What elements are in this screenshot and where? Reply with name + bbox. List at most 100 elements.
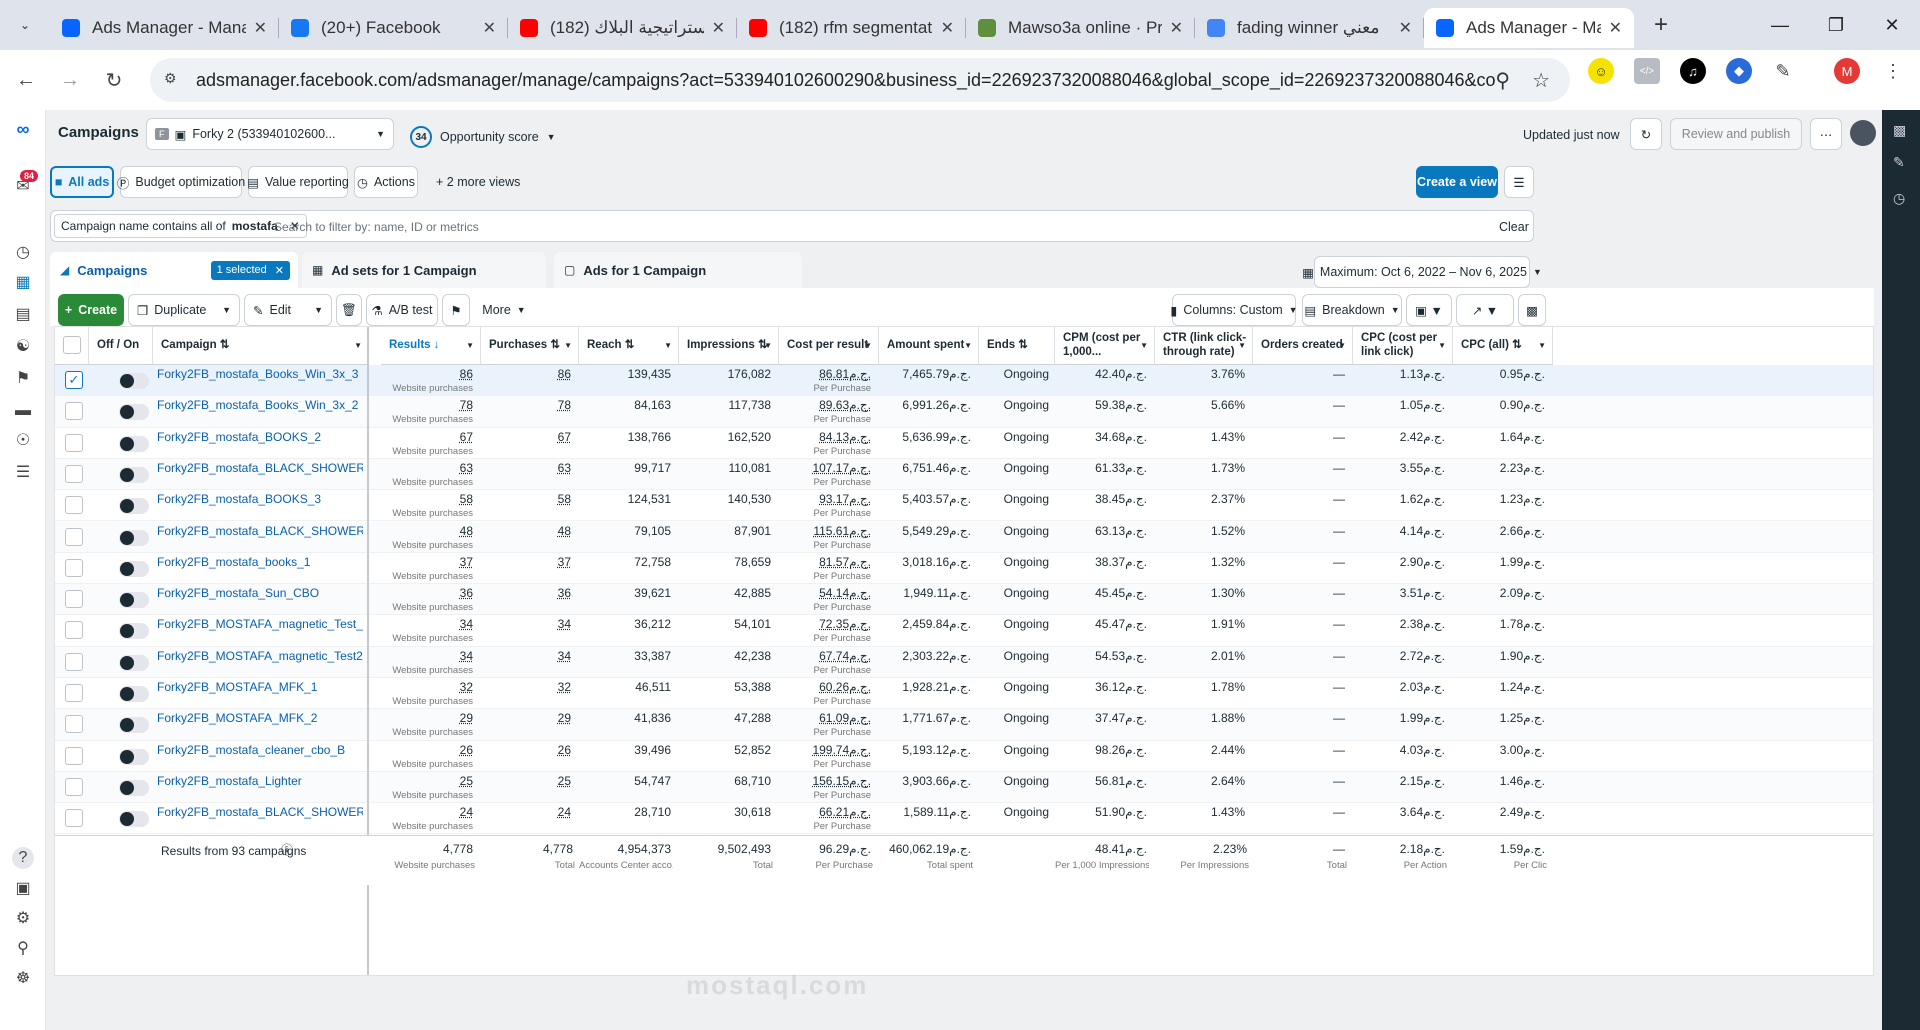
budget-optimization-button[interactable]: Ⓟ Budget optimization — [117, 166, 245, 198]
purchases-value[interactable]: 63 — [481, 461, 571, 476]
export-button[interactable]: ↗ ▼ — [1456, 294, 1514, 326]
opportunity-score[interactable]: 34 Opportunity score ▼ — [410, 126, 556, 148]
snapchat-extension-icon[interactable]: ☺ — [1588, 58, 1614, 84]
search-icon[interactable]: ⚲ — [12, 938, 34, 960]
row-checkbox[interactable] — [65, 809, 83, 828]
chevron-down-icon[interactable]: ▼ — [864, 339, 872, 353]
campaign-toggle[interactable] — [119, 654, 149, 671]
campaign-name-link[interactable]: Forky2FB_mostafa_Books_Win_3x_3 — [157, 367, 363, 381]
column-cost-per-result[interactable]: Cost per result ▼ — [779, 327, 879, 365]
table-row[interactable]: Forky2FB_mostafa_BOOKS_2 67 Website purcha… — [55, 428, 1873, 459]
chevron-down-icon[interactable]: ▼ — [354, 339, 362, 353]
campaign-name-link[interactable]: Forky2FB_mostafa_BLACK_SHOWER_3 — [157, 805, 363, 819]
chevron-down-icon[interactable]: ▼ — [1140, 339, 1148, 353]
table-row[interactable]: Forky2FB_mostafa_BLACK_SHOWER_3 24 Website… — [55, 803, 1873, 835]
ab-test-button[interactable]: ⚗ A/B test — [366, 294, 438, 326]
more-options-button[interactable]: ⋯ — [1810, 118, 1842, 150]
breakdown-button[interactable]: ▤ Breakdown ▼ — [1302, 294, 1402, 326]
results-value[interactable]: 32 — [381, 680, 473, 695]
campaign-name-link[interactable]: Forky2FB_mostafa_BOOKS_2 — [157, 430, 363, 444]
campaign-toggle[interactable] — [119, 779, 149, 796]
campaign-toggle[interactable] — [119, 435, 149, 452]
close-tab-icon[interactable]: ✕ — [712, 18, 725, 38]
bookmark-star-icon[interactable]: ☆ — [1532, 68, 1550, 93]
row-checkbox[interactable] — [65, 652, 83, 671]
cost-per-result-value[interactable]: 93.17ج.م. — [779, 492, 871, 507]
campaign-toggle[interactable] — [119, 404, 149, 421]
url-bar[interactable]: ⚙ adsmanager.facebook.com/adsmanager/man… — [150, 58, 1570, 102]
pencil-icon[interactable]: ✎ — [1893, 154, 1905, 171]
chevron-down-icon[interactable]: ▼ — [764, 339, 772, 353]
actions-button[interactable]: ◷ Actions — [354, 166, 418, 198]
campaign-toggle[interactable] — [119, 498, 149, 515]
row-checkbox[interactable] — [65, 527, 83, 546]
row-checkbox[interactable] — [65, 684, 83, 702]
puzzle-extensions-icon[interactable]: ✎ — [1770, 58, 1796, 84]
more-button[interactable]: More ▼ — [474, 294, 534, 326]
column-purchases[interactable]: Purchases ⇅ ▼ — [481, 327, 579, 365]
campaign-toggle[interactable] — [119, 373, 149, 389]
audiences-icon[interactable]: ☯ — [12, 336, 34, 358]
campaign-name-link[interactable]: Forky2FB_MOSTAFA_magnetic_Test_new_vi... — [157, 617, 363, 631]
browser-tab[interactable]: fading winner معني ✕ — [1195, 8, 1424, 48]
chevron-down-icon[interactable]: ▼ — [564, 339, 572, 353]
debug-icon[interactable]: ☸ — [12, 968, 34, 990]
bar-chart-icon[interactable]: ▩ — [1893, 122, 1906, 139]
campaign-toggle[interactable] — [119, 686, 149, 702]
purchases-value[interactable]: 48 — [481, 524, 571, 539]
row-checkbox[interactable] — [65, 715, 83, 734]
results-value[interactable]: 26 — [381, 743, 473, 758]
tiktok-extension-icon[interactable]: ♫ — [1680, 58, 1706, 84]
purchases-value[interactable]: 24 — [481, 805, 571, 820]
table-row[interactable]: Forky2FB_MOSTAFA_MFK_2 29 Website purchase… — [55, 709, 1873, 741]
tab-ads[interactable]: ▢ Ads for 1 Campaign — [554, 252, 802, 288]
row-checkbox[interactable] — [65, 402, 83, 421]
row-checkbox[interactable] — [65, 621, 83, 640]
refresh-button[interactable]: ↻ — [1630, 118, 1662, 150]
campaign-name-link[interactable]: Forky2FB_mostafa_BOOKS_3 — [157, 492, 363, 506]
cost-per-result-value[interactable]: 84.13ج.م. — [779, 430, 871, 445]
table-row[interactable]: Forky2FB_MOSTAFA_magnetic_Test2 34 Website… — [55, 646, 1873, 678]
results-value[interactable]: 29 — [381, 711, 473, 726]
campaign-name-link[interactable]: Forky2FB_MOSTAFA_magnetic_Test2 — [157, 649, 363, 663]
table-row[interactable]: Forky2FB_mostafa_Lighter 25 Website purcha… — [55, 771, 1873, 804]
user-avatar[interactable] — [1850, 120, 1876, 146]
feedback-icon[interactable]: ▣ — [12, 878, 34, 900]
cost-per-result-value[interactable]: 54.14ج.م. — [779, 586, 871, 601]
clock-icon[interactable]: ◷ — [1893, 190, 1905, 207]
row-checkbox[interactable] — [65, 464, 83, 483]
reports-button[interactable]: ▣ ▼ — [1406, 294, 1452, 326]
cost-per-result-value[interactable]: 67.74ج.م. — [779, 649, 871, 664]
campaign-name-link[interactable]: Forky2FB_mostafa_BLACK_SHOWER_INT_1 — [157, 524, 363, 538]
column-cpm[interactable]: CPM (cost per 1,000... ▼ — [1055, 327, 1155, 365]
row-checkbox[interactable]: ✓ — [65, 371, 83, 389]
date-range-picker[interactable]: ▦ Maximum: Oct 6, 2022 – Nov 6, 2025 ▼ — [1302, 256, 1542, 288]
cost-per-result-value[interactable]: 199.74ج.م. — [779, 743, 871, 758]
close-tab-icon[interactable]: ✕ — [254, 18, 267, 38]
column-amount-spent[interactable]: Amount spent ▼ — [879, 327, 979, 365]
purchases-value[interactable]: 25 — [481, 774, 571, 789]
campaign-toggle[interactable] — [119, 466, 149, 483]
column-impressions[interactable]: Impressions ⇅ ▼ — [679, 327, 779, 365]
results-value[interactable]: 78 — [381, 398, 473, 413]
close-tab-icon[interactable]: ✕ — [941, 18, 954, 38]
purchases-value[interactable]: 34 — [481, 649, 571, 664]
view-settings-button[interactable]: ☰ — [1504, 166, 1534, 198]
duplicate-button[interactable]: ❐ Duplicate ▼ — [128, 294, 240, 326]
tab-campaigns[interactable]: ◢ Campaigns 1 selected ✕ — [50, 252, 298, 288]
all-ads-view-button[interactable]: ■ All ads — [50, 166, 114, 198]
site-info-icon[interactable]: ⚙ — [164, 70, 184, 90]
table-row[interactable]: Forky2FB_mostafa_BLACK_SHOWER_INT_148Web… — [55, 521, 1873, 553]
new-tab-icon[interactable]: + — [1654, 11, 1668, 39]
info-icon[interactable]: ⓘ — [281, 843, 293, 858]
chevron-down-icon[interactable]: ▼ — [1338, 339, 1346, 353]
campaign-toggle[interactable] — [119, 560, 149, 577]
forward-icon[interactable]: → — [48, 69, 92, 92]
table-row[interactable]: Forky2FB_mostafa_cleaner_cbo_B 26 Website … — [55, 741, 1873, 772]
campaigns-table-icon[interactable]: ▦ — [12, 272, 34, 294]
browser-tab[interactable]: Ads Manager - Mana ✕ — [1424, 8, 1634, 48]
edit-button[interactable]: ✎ Edit ▼ — [244, 294, 332, 326]
chevron-down-icon[interactable]: ▼ — [964, 339, 972, 353]
delete-button[interactable]: 🗑 — [336, 294, 362, 326]
campaign-name-link[interactable]: Forky2FB_mostafa_cleaner_cbo_B — [157, 743, 363, 757]
